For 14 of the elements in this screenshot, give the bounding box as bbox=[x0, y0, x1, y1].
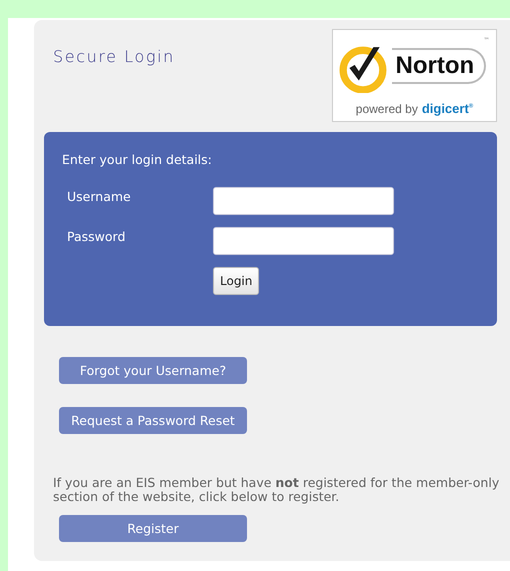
register-button[interactable]: Register bbox=[59, 515, 247, 542]
input-field[interactable] bbox=[213, 187, 394, 215]
link-button[interactable]: Forgot your Username? bbox=[59, 357, 247, 384]
field-label: Password bbox=[66, 229, 126, 244]
login-button[interactable]: Login bbox=[213, 267, 260, 295]
register-note: If you are an EIS member but have not registered for the member-only section of the website, click below to register. bbox=[53, 476, 500, 504]
panel-heading: Enter your login details: bbox=[62, 152, 213, 167]
link-button[interactable]: Request a Password Reset bbox=[59, 407, 247, 434]
brand-name: Norton bbox=[392, 48, 486, 84]
partner-name: digicert$^{®}$ bbox=[422, 101, 474, 116]
badge-tagline: powered by bbox=[356, 102, 418, 116]
input-field[interactable] bbox=[213, 227, 394, 255]
page-title: Secure Login bbox=[53, 47, 175, 67]
field-label: Username bbox=[66, 189, 132, 204]
